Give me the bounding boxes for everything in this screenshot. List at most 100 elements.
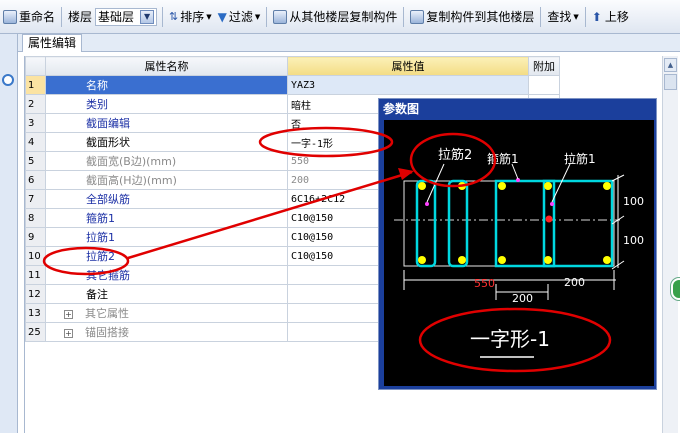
- property-name[interactable]: 截面编辑: [45, 113, 288, 133]
- row-number: 6: [25, 170, 46, 190]
- row-number: 4: [25, 132, 46, 152]
- property-name[interactable]: 拉筋1: [45, 227, 288, 247]
- rename-icon: [3, 9, 17, 24]
- toolbar-separator: [162, 6, 164, 27]
- toolbar-separator: [61, 6, 63, 27]
- property-name: 锚固搭接: [85, 326, 129, 339]
- property-name[interactable]: 其它箍筋: [45, 265, 288, 285]
- copy-to-floor-button[interactable]: 复制构件到其他楼层: [407, 5, 537, 29]
- tie-bar-2-right: [447, 179, 469, 268]
- property-name[interactable]: 截面宽(B边)(mm): [45, 151, 288, 171]
- filter-button[interactable]: ▼ 过滤 ▼: [215, 5, 264, 29]
- column-header-value: 属性值: [287, 56, 529, 76]
- row-number: 13: [25, 303, 46, 323]
- tie-bar-2-left: [415, 179, 437, 268]
- scroll-thumb[interactable]: [664, 74, 677, 90]
- rebar-dot: [603, 256, 611, 264]
- toolbar-separator: [584, 6, 586, 27]
- property-name[interactable]: 截面形状: [45, 132, 288, 152]
- shape-name: 一字形-1: [470, 327, 550, 351]
- dim-200-left: 200: [512, 292, 533, 305]
- row-number: 5: [25, 151, 46, 171]
- dim-200-right: 200: [564, 276, 585, 289]
- parameter-diagram-canvas: 拉筋2 箍筋1 拉筋1 100 100 550 200 200 一字形-1: [384, 120, 654, 386]
- left-panel-edge: [0, 34, 18, 433]
- copy-from-floor-button[interactable]: 从其他楼层复制构件: [270, 5, 400, 29]
- arrow-up-icon: ⬆: [591, 9, 602, 24]
- label-tie2: 拉筋2: [438, 147, 472, 163]
- row-number-header: [25, 56, 46, 76]
- property-name[interactable]: 箍筋1: [45, 208, 288, 228]
- property-name: 其它属性: [85, 307, 129, 320]
- row-number: 3: [25, 113, 46, 133]
- table-row[interactable]: 1 名称 YAZ3: [25, 75, 560, 95]
- chevron-down-icon[interactable]: ▼: [140, 9, 155, 24]
- tab-bar: 属性编辑: [18, 34, 680, 52]
- dropdown-caret-icon: ▼: [206, 12, 212, 21]
- label-stirrup1: 箍筋1: [487, 151, 519, 166]
- row-number: 1: [25, 75, 46, 95]
- property-name[interactable]: 全部纵筋: [45, 189, 288, 209]
- filter-icon: ▼: [217, 9, 227, 24]
- rebar-dot: [498, 182, 506, 190]
- scroll-up-icon[interactable]: ▲: [664, 58, 677, 72]
- tab-property-edit[interactable]: 属性编辑: [22, 34, 83, 52]
- parameter-diagram-window: 参数图 拉筋2 箍筋1 拉筋1 100 100 550 200 200 一字形-…: [378, 98, 657, 390]
- sort-button[interactable]: ⇅ 排序 ▼: [166, 5, 215, 29]
- dropdown-caret-icon: ▼: [254, 12, 261, 21]
- property-name[interactable]: 备注: [45, 284, 288, 304]
- property-group-anchor[interactable]: + 锚固搭接: [45, 322, 288, 342]
- column-header-name: 属性名称: [45, 56, 288, 76]
- property-group-other[interactable]: + 其它属性: [45, 303, 288, 323]
- sort-icon: ⇅: [169, 10, 179, 23]
- label-anchor-dot: [550, 202, 554, 206]
- copy-to-icon: [410, 9, 425, 24]
- parameter-window-title: 参数图: [383, 102, 420, 116]
- side-panel-button[interactable]: [671, 278, 680, 300]
- vertical-scrollbar[interactable]: ▲: [662, 56, 678, 433]
- dim-right-top: 100: [623, 195, 644, 208]
- rebar-dot: [544, 256, 552, 264]
- move-up-button[interactable]: ⬆ 上移: [589, 5, 632, 29]
- toolbar: 重命名 楼层 基础层 ▼ ⇅ 排序 ▼ ▼ 过滤 ▼ 从其他楼层复制构件 复制构件到其他楼…: [0, 0, 680, 34]
- panel-toggle-icon[interactable]: [2, 74, 14, 86]
- property-name[interactable]: 类别: [45, 94, 288, 114]
- tie-bar-1: [542, 179, 556, 268]
- rebar-dot: [603, 182, 611, 190]
- leader-stirrup1: [511, 163, 519, 180]
- center-rebar-dot: [545, 215, 553, 223]
- toolbar-separator: [266, 6, 268, 27]
- property-name[interactable]: 拉筋2: [45, 246, 288, 266]
- property-value[interactable]: YAZ3: [287, 75, 529, 95]
- dropdown-caret-icon: ▼: [573, 12, 579, 21]
- floor-select[interactable]: 基础层 ▼: [95, 7, 158, 26]
- row-number: 9: [25, 227, 46, 247]
- property-name[interactable]: 名称: [45, 75, 288, 95]
- expand-icon[interactable]: +: [64, 329, 73, 338]
- property-name[interactable]: 截面高(H边)(mm): [45, 170, 288, 190]
- row-number: 2: [25, 94, 46, 114]
- rename-button[interactable]: 重命名: [0, 5, 58, 29]
- rebar-dot: [458, 256, 466, 264]
- toolbar-separator: [540, 6, 542, 27]
- dim-width: 550: [474, 277, 495, 290]
- property-extra[interactable]: [528, 75, 560, 95]
- rebar-dot: [498, 256, 506, 264]
- expand-icon[interactable]: +: [64, 310, 73, 319]
- label-anchor-dot: [425, 202, 429, 206]
- toolbar-separator: [403, 6, 405, 27]
- find-button[interactable]: 查找 ▼: [544, 5, 581, 29]
- rebar-dot: [544, 182, 552, 190]
- row-number: 12: [25, 284, 46, 304]
- row-number: 7: [25, 189, 46, 209]
- column-header-extra: 附加: [528, 56, 560, 76]
- rebar-dot: [418, 256, 426, 264]
- row-number: 25: [25, 322, 46, 342]
- row-number: 11: [25, 265, 46, 285]
- copy-from-icon: [273, 9, 288, 24]
- rebar-dot: [418, 182, 426, 190]
- dim-right-bottom: 100: [623, 234, 644, 247]
- row-number: 10: [25, 246, 46, 266]
- label-tie1: 拉筋1: [564, 151, 596, 166]
- rebar-dot: [458, 182, 466, 190]
